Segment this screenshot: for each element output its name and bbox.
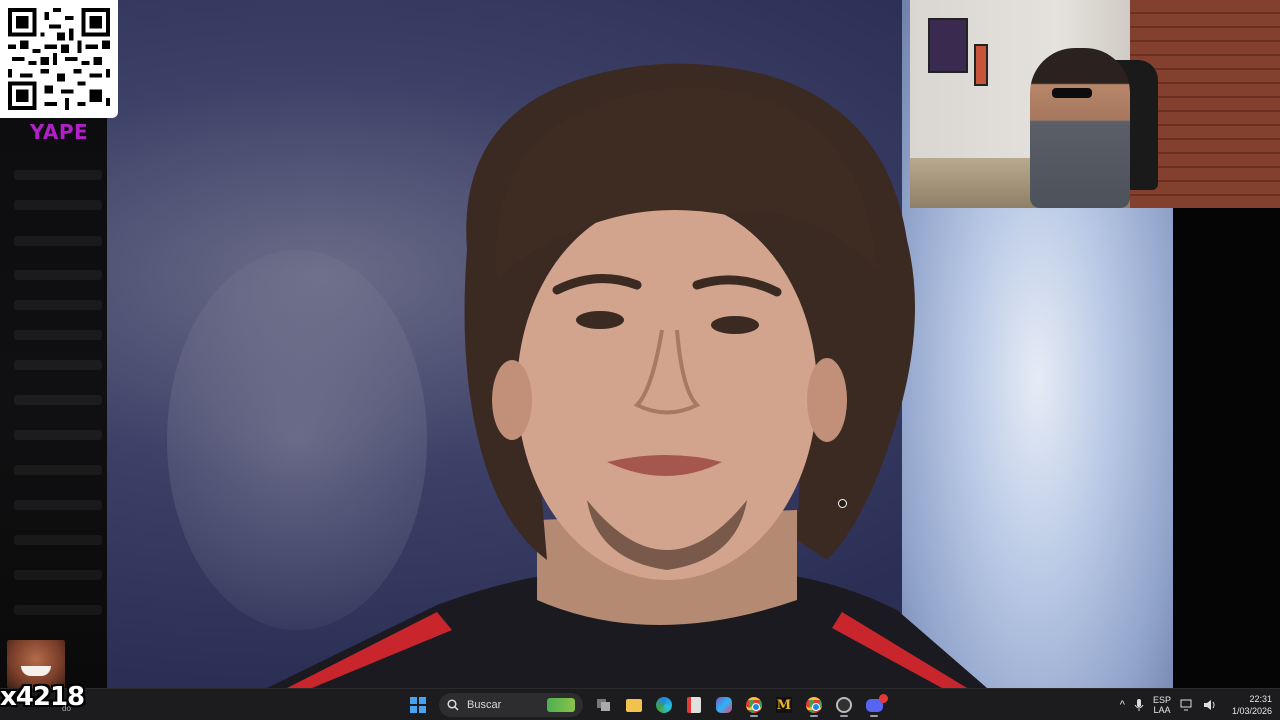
qr-code-pattern <box>8 8 110 110</box>
yape-label: YAPE <box>29 120 89 144</box>
notification-badge <box>878 693 888 703</box>
wall-poster <box>928 18 968 73</box>
face <box>517 200 817 580</box>
task-view-icon <box>597 699 610 711</box>
webcam-overlay <box>910 0 1280 208</box>
wall-poster-small <box>974 44 988 86</box>
taskbar-apps: Buscar M <box>405 689 888 720</box>
taskbar-search[interactable]: Buscar <box>439 693 583 717</box>
system-tray: ^ ESP LAA 22:31 1/03/2026 <box>1120 689 1272 720</box>
network-icon[interactable] <box>1180 699 1194 711</box>
chrome-profile-button[interactable] <box>801 692 827 718</box>
microphone-icon[interactable] <box>1134 698 1144 712</box>
m-app-button[interactable]: M <box>771 692 797 718</box>
tray-expand-icon[interactable]: ^ <box>1120 699 1125 711</box>
clock-time: 22:31 <box>1249 694 1272 704</box>
capture-tool-button[interactable] <box>681 692 707 718</box>
left-ear <box>492 360 532 440</box>
m-app-icon: M <box>776 697 792 713</box>
obs-icon <box>836 697 852 713</box>
volume-icon[interactable] <box>1203 699 1217 711</box>
folder-icon <box>626 698 642 712</box>
edge-icon <box>656 697 672 713</box>
streamer <box>1030 48 1130 208</box>
meme-smile <box>21 666 51 676</box>
right-eye <box>711 316 759 334</box>
capture-icon <box>687 697 701 713</box>
chrome-button[interactable] <box>741 692 767 718</box>
meme-thumbnail <box>7 640 65 688</box>
language-code: ESP <box>1152 695 1171 705</box>
qr-code <box>0 0 118 118</box>
start-button[interactable] <box>405 692 431 718</box>
stream-screen: YAPE x4218 do Buscar M ^ ESP LAA 22:31 1… <box>0 0 1280 720</box>
discord-button[interactable] <box>861 692 888 718</box>
left-eye <box>576 311 624 329</box>
copilot-button[interactable] <box>711 692 737 718</box>
windows-taskbar: Buscar M ^ ESP LAA 22:31 1/03/2026 <box>0 688 1280 720</box>
search-placeholder: Buscar <box>467 699 502 711</box>
language-indicator[interactable]: ESP LAA <box>1153 695 1171 715</box>
copilot-icon <box>716 697 732 713</box>
file-explorer-button[interactable] <box>621 692 647 718</box>
windows-logo-icon <box>410 697 426 713</box>
search-highlight-icon <box>547 698 575 712</box>
edge-button[interactable] <box>651 692 677 718</box>
search-icon <box>447 699 459 711</box>
chrome-profile-icon <box>806 697 822 713</box>
discord-icon <box>865 693 888 712</box>
clock[interactable]: 22:31 1/03/2026 <box>1232 693 1272 717</box>
task-view-button[interactable] <box>591 692 617 718</box>
right-ear <box>807 358 847 442</box>
chrome-icon <box>746 697 762 713</box>
obs-button[interactable] <box>831 692 857 718</box>
keyboard-layout: LAA <box>1153 705 1171 715</box>
counter-subtext: do <box>62 704 71 713</box>
mouse-cursor <box>838 499 847 508</box>
clock-date: 1/03/2026 <box>1231 706 1272 716</box>
sunglasses <box>1052 88 1092 98</box>
combo-counter: x4218 <box>0 682 85 712</box>
